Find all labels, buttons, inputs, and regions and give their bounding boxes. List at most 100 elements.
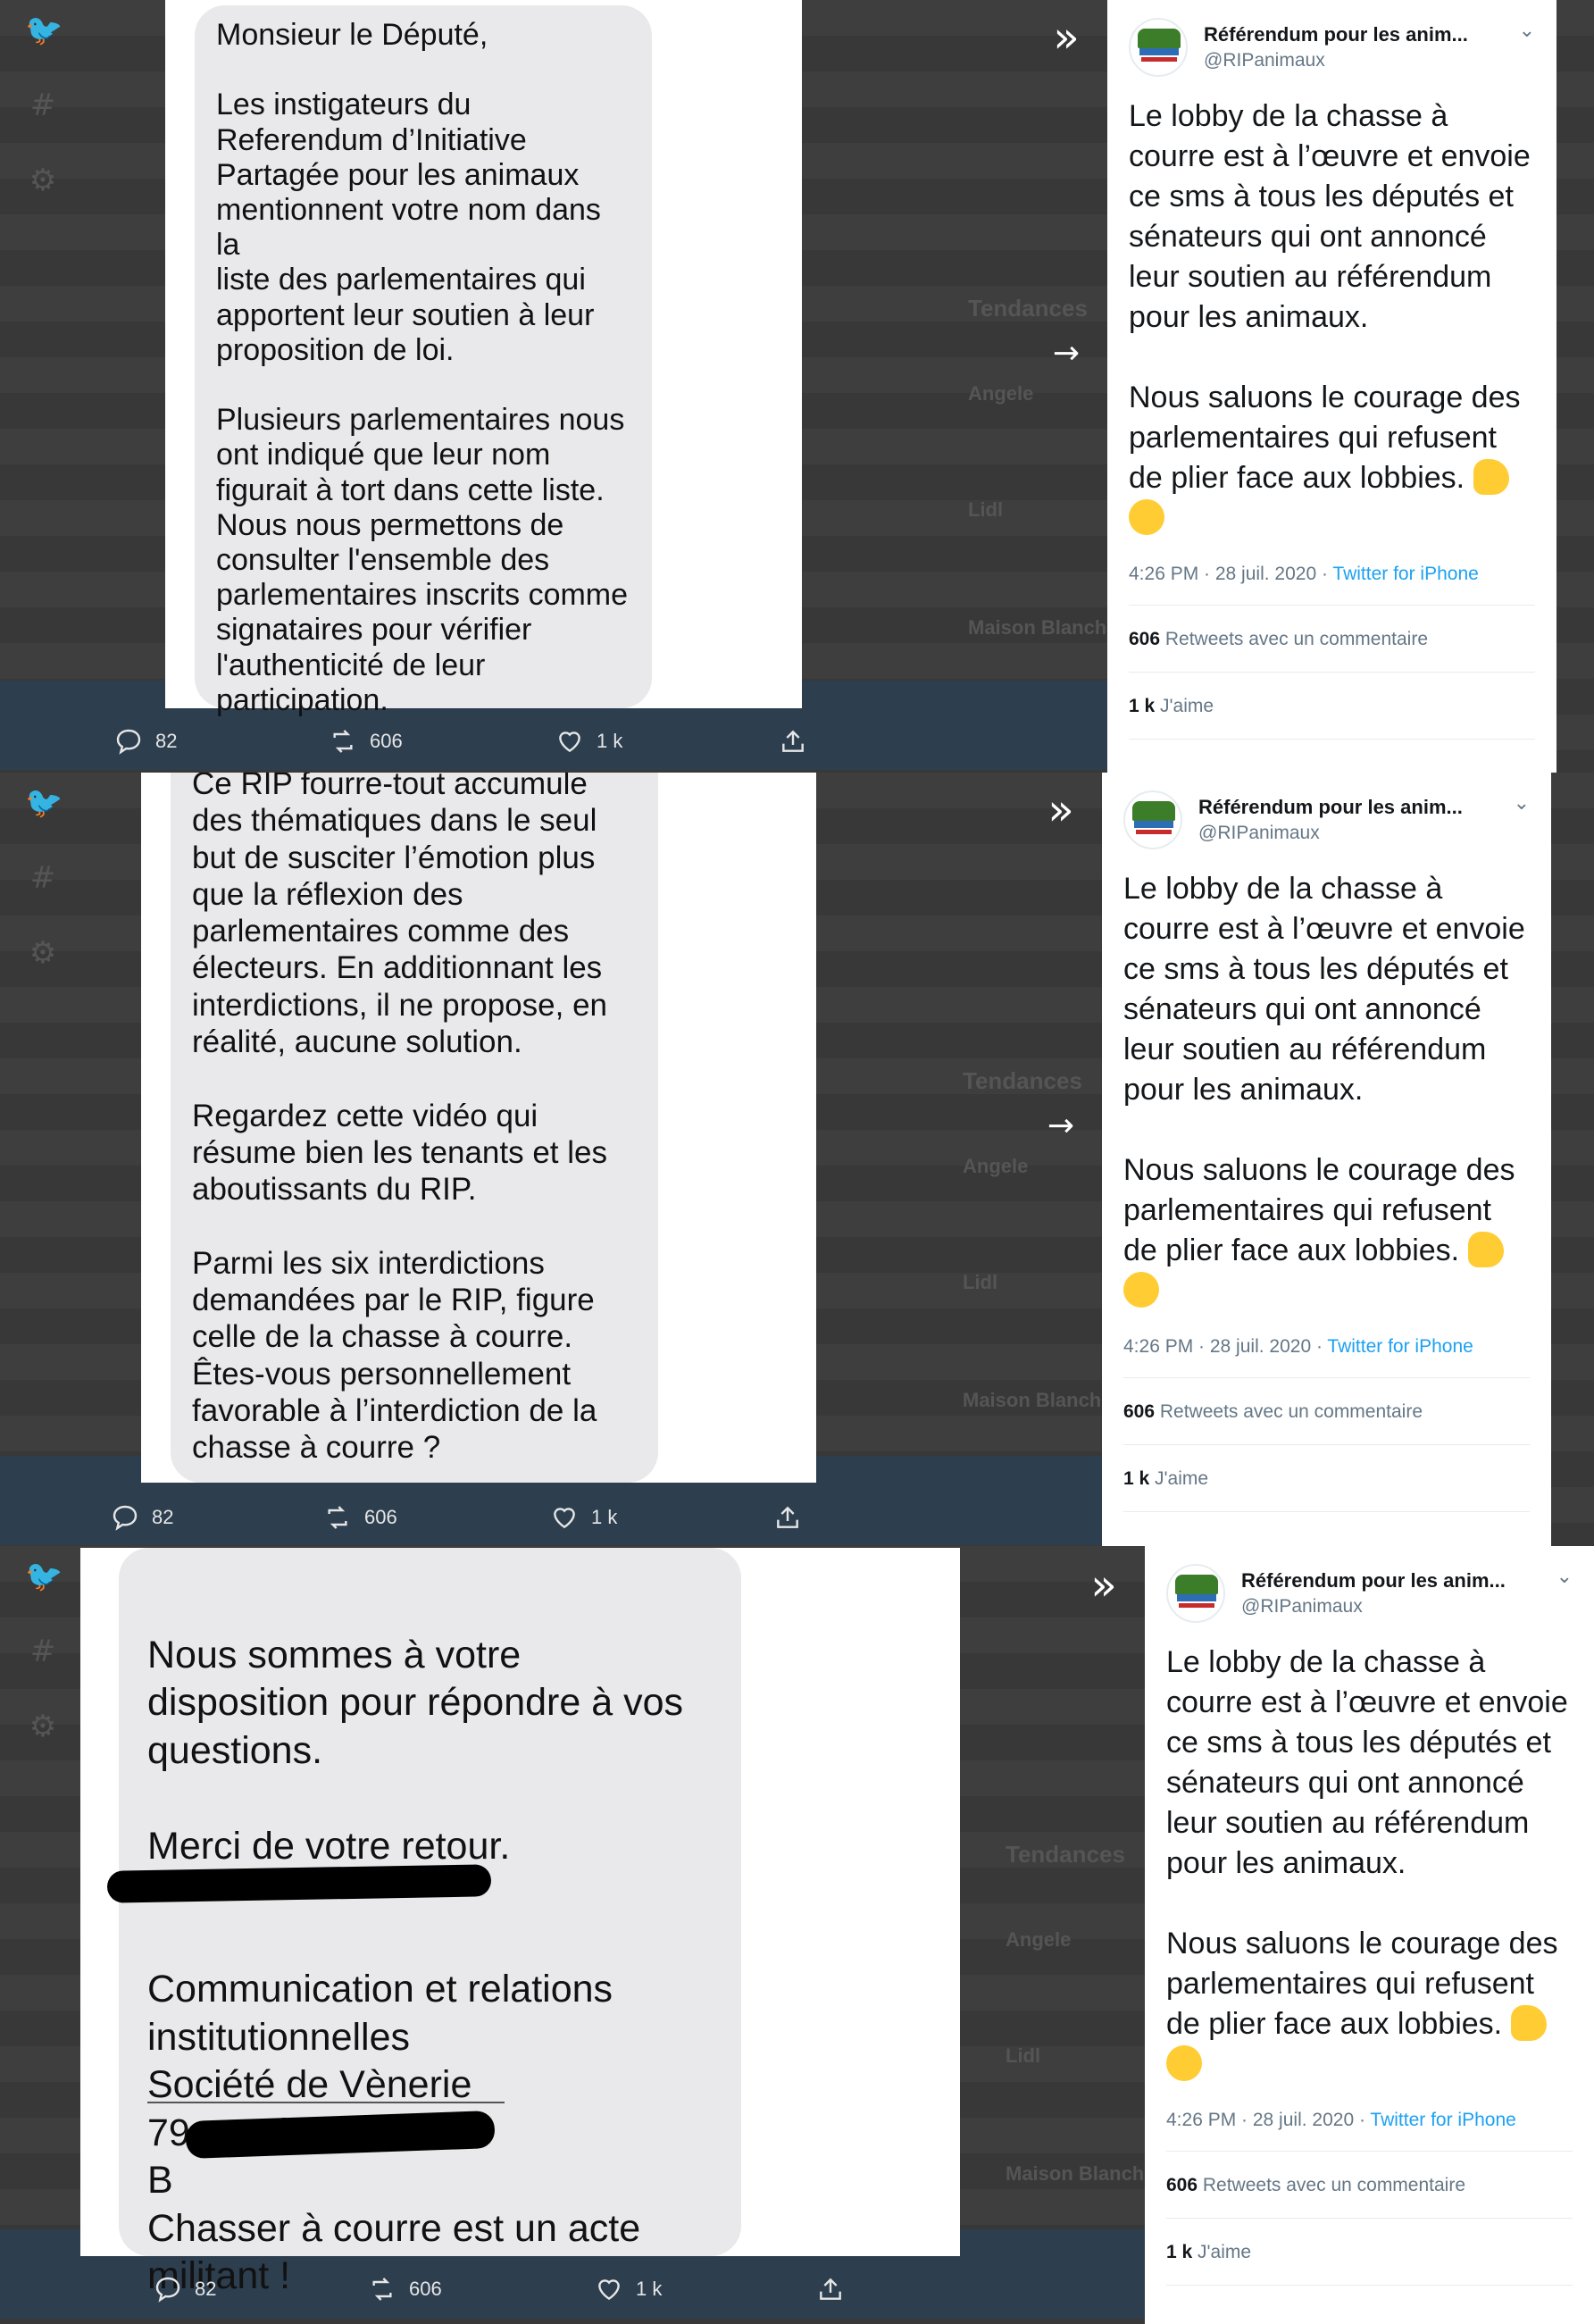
trend-item: Angele (963, 1155, 1029, 1177)
tweet-time[interactable]: 4:26 PM · 28 juil. 2020 · (1123, 1336, 1327, 1357)
tweet-card-2: Référendum pour les anim... @RIPanimaux … (1102, 773, 1551, 1546)
avatar[interactable] (1129, 18, 1188, 77)
tweet-source[interactable]: Twitter for iPhone (1327, 1336, 1473, 1357)
share-icon (820, 2278, 841, 2300)
expand-arrows-icon[interactable]: » (1077, 1559, 1131, 1612)
retweet-icon (333, 730, 353, 753)
next-arrow-icon[interactable]: → (1034, 1099, 1088, 1152)
trend-item: Angele (968, 382, 1034, 405)
reply-icon (113, 1505, 138, 1531)
sms-screenshot-2: Ce RIP fourre-tout accumule des thématiq… (141, 773, 816, 1483)
tweet-text: Le lobby de la chasse à courre est à l’œ… (1123, 869, 1530, 1311)
share-button[interactable] (779, 727, 807, 756)
likes-number: 1 k (1123, 1468, 1150, 1489)
tweet-source[interactable]: Twitter for iPhone (1332, 564, 1478, 584)
tweet-time[interactable]: 4:26 PM · 28 juil. 2020 · (1129, 564, 1332, 584)
retweets-label: Retweets avec un commentaire (1160, 629, 1429, 649)
retweets-label: Retweets avec un commentaire (1155, 1401, 1423, 1422)
reply-icon (116, 729, 141, 755)
likes-number: 1 k (1166, 2242, 1193, 2262)
trends-title: Tendances (968, 295, 1088, 322)
tweet-retweets-stat[interactable]: 606 Retweets avec un commentaire (1129, 606, 1535, 673)
heart-icon (559, 731, 580, 753)
tweet-author-name[interactable]: Référendum pour les anim... (1198, 796, 1514, 819)
gear-icon[interactable]: ⚙ (25, 935, 61, 971)
tweet-retweets-stat[interactable]: 606 Retweets avec un commentaire (1123, 1378, 1530, 1445)
screenshot-panel-3: 🐦 # ⚙ Tendances Angele Lidl Maison Blanc… (0, 1546, 1594, 2324)
retweet-count: 606 (370, 730, 403, 752)
tweet-action-bar: 82 606 1 k (0, 1492, 1107, 1542)
nav-icons: 🐦 # ⚙ (25, 13, 63, 238)
reply-button[interactable]: 82 (154, 2275, 216, 2303)
expand-arrows-icon[interactable]: » (1039, 11, 1093, 64)
tweet-text-body: Le lobby de la chasse à courre est à l’œ… (1166, 1645, 1568, 2041)
twitter-bird-icon[interactable]: 🐦 (25, 785, 63, 821)
share-button[interactable] (816, 2275, 845, 2303)
trend-item: Lidl (963, 1271, 998, 1293)
sms-bubble: Monsieur le Député, Les instigateurs du … (195, 5, 652, 717)
chevron-down-icon[interactable]: ⌄ (1519, 20, 1535, 42)
tweet-likes-stat[interactable]: 1 k J'aime (1123, 1445, 1530, 1512)
expand-arrows-icon[interactable]: » (1034, 783, 1088, 837)
tweet-likes-stat[interactable]: 1 k J'aime (1129, 673, 1535, 740)
tweet-author-name[interactable]: Référendum pour les anim... (1241, 1569, 1556, 1593)
tweet-author-handle[interactable]: @RIPanimaux (1241, 1596, 1556, 1618)
gear-icon[interactable]: ⚙ (25, 1709, 61, 1744)
tweet-author-handle[interactable]: @RIPanimaux (1198, 823, 1514, 844)
retweet-button[interactable]: 606 (368, 2275, 442, 2303)
share-button[interactable] (773, 1503, 802, 1532)
retweet-count: 606 (409, 2278, 442, 2300)
tweet-retweets-stat[interactable]: 606 Retweets avec un commentaire (1166, 2152, 1573, 2219)
chevron-down-icon[interactable]: ⌄ (1514, 792, 1530, 815)
share-icon (777, 1506, 798, 1528)
share-icon (782, 730, 804, 752)
next-arrow-icon[interactable]: → (1039, 326, 1093, 380)
reply-button[interactable]: 82 (111, 1503, 173, 1532)
trend-item: Maison Blanche (1006, 2162, 1156, 2185)
tweet-author-handle[interactable]: @RIPanimaux (1204, 50, 1519, 71)
retweets-number: 606 (1123, 1401, 1156, 1422)
like-count: 1 k (597, 730, 623, 752)
tweet-source[interactable]: Twitter for iPhone (1370, 2110, 1515, 2130)
avatar[interactable] (1123, 790, 1182, 849)
retweet-button[interactable]: 606 (329, 727, 403, 756)
hashtag-icon[interactable]: # (25, 88, 61, 123)
gear-icon[interactable]: ⚙ (25, 163, 61, 198)
tweet-meta: 4:26 PM · 28 juil. 2020 · Twitter for iP… (1129, 564, 1535, 606)
retweet-icon (372, 2278, 392, 2301)
reply-icon (155, 2277, 180, 2303)
hashtag-icon[interactable]: # (25, 860, 61, 896)
likes-label: J'aime (1155, 696, 1214, 716)
tweet-action-bar: 82 606 1 k (0, 716, 1107, 766)
clapping-hands-emoji (1129, 499, 1164, 535)
like-button[interactable]: 1 k (555, 727, 622, 756)
tweet-time[interactable]: 4:26 PM · 28 juil. 2020 · (1166, 2110, 1370, 2130)
retweet-icon (328, 1506, 347, 1529)
tweet-text-body: Le lobby de la chasse à courre est à l’œ… (1129, 99, 1531, 495)
trend-item: Lidl (968, 498, 1004, 521)
trends-title: Tendances (963, 1067, 1082, 1094)
like-count: 1 k (636, 2278, 663, 2300)
reply-count: 82 (152, 1506, 174, 1528)
address-underline (147, 2102, 505, 2103)
flexed-biceps-emoji (1473, 459, 1509, 495)
avatar[interactable] (1166, 1564, 1225, 1623)
heart-icon (554, 1508, 575, 1529)
twitter-bird-icon[interactable]: 🐦 (25, 13, 63, 48)
like-button[interactable]: 1 k (550, 1503, 617, 1532)
chevron-down-icon[interactable]: ⌄ (1556, 1566, 1573, 1588)
tweet-text: Le lobby de la chasse à courre est à l’œ… (1129, 96, 1535, 539)
sms-bubble: Ce RIP fourre-tout accumule des thématiq… (171, 773, 658, 1483)
like-button[interactable]: 1 k (595, 2275, 662, 2303)
retweet-button[interactable]: 606 (323, 1503, 397, 1532)
redaction-mark-name (106, 1864, 492, 1903)
hashtag-icon[interactable]: # (25, 1634, 61, 1669)
trend-item: Lidl (1006, 2044, 1041, 2067)
trends-title: Tendances (1006, 1841, 1125, 1868)
tweet-likes-stat[interactable]: 1 k J'aime (1166, 2219, 1573, 2286)
clapping-hands-emoji (1123, 1272, 1159, 1308)
reply-button[interactable]: 82 (114, 727, 177, 756)
twitter-bird-icon[interactable]: 🐦 (25, 1559, 63, 1594)
screenshot-panel-2: 🐦 # ⚙ Tendances Angele Lidl Maison Blanc… (0, 773, 1594, 1546)
tweet-author-name[interactable]: Référendum pour les anim... (1204, 23, 1519, 46)
